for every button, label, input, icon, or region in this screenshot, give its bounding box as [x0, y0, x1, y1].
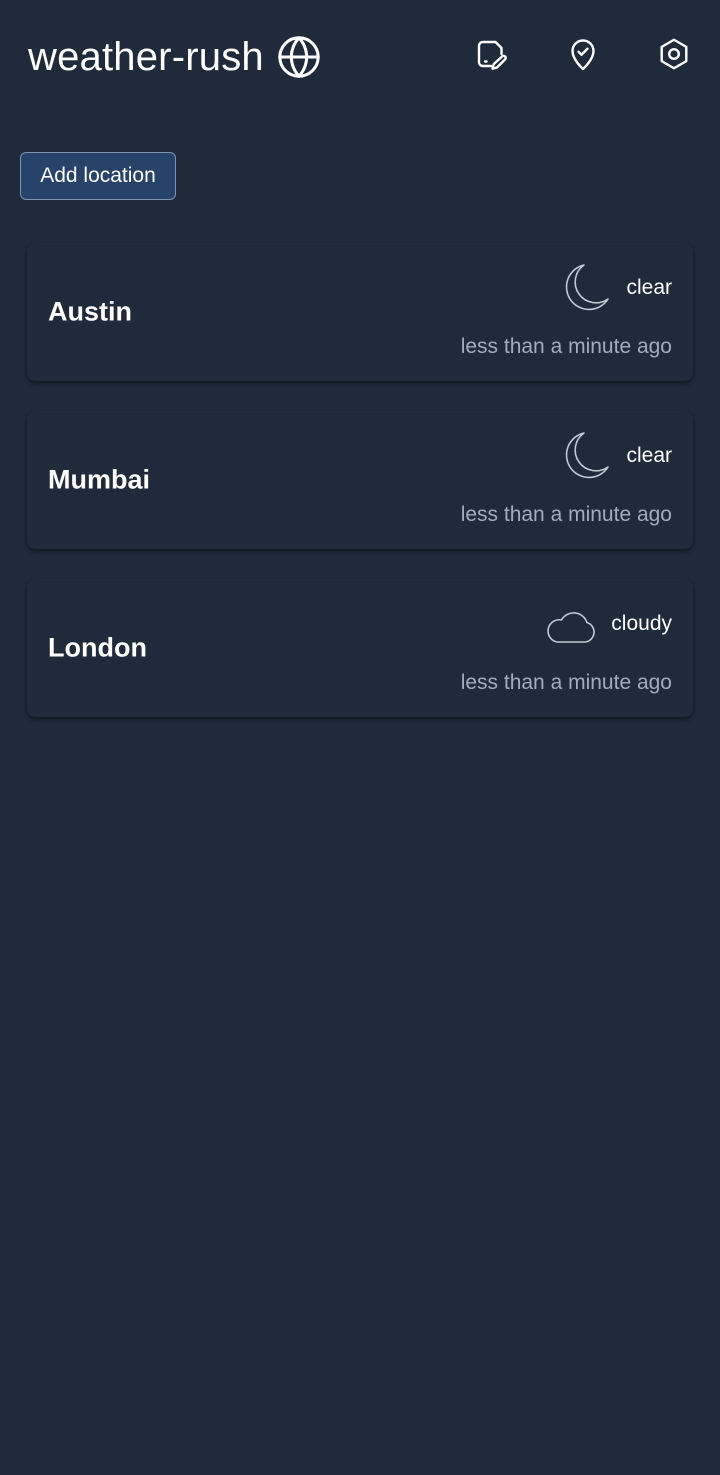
moon-icon	[558, 431, 612, 481]
map-pin-check-icon	[565, 36, 601, 77]
settings-hexagon-icon	[656, 36, 692, 77]
updated-time: less than a minute ago	[460, 335, 672, 358]
condition-label: clear	[626, 276, 672, 299]
location-name: London	[48, 632, 147, 663]
edit-button[interactable]	[469, 34, 513, 78]
file-edit-icon	[473, 36, 509, 77]
app-header: weather-rush	[0, 0, 720, 115]
globe-icon	[276, 34, 322, 80]
cloud-icon	[543, 599, 597, 649]
location-card-london[interactable]: London cloudy less than a minute ago	[27, 579, 693, 717]
updated-time: less than a minute ago	[460, 671, 672, 694]
updated-time: less than a minute ago	[460, 503, 672, 526]
brand: weather-rush	[28, 30, 322, 84]
weather-condition: cloudy	[543, 599, 672, 649]
weather-condition: clear	[558, 263, 672, 313]
moon-icon	[558, 263, 612, 313]
location-name: Austin	[48, 296, 132, 327]
condition-label: cloudy	[611, 612, 672, 635]
location-name: Mumbai	[48, 464, 151, 495]
condition-label: clear	[626, 444, 672, 467]
location-card-austin[interactable]: Austin clear less than a minute ago	[27, 243, 693, 381]
settings-button[interactable]	[652, 34, 696, 78]
location-card-mumbai[interactable]: Mumbai clear less than a minute ago	[27, 411, 693, 549]
add-location-button[interactable]: Add location	[20, 152, 176, 200]
app-title: weather-rush	[28, 34, 264, 79]
weather-condition: clear	[558, 431, 672, 481]
location-button[interactable]	[561, 34, 605, 78]
